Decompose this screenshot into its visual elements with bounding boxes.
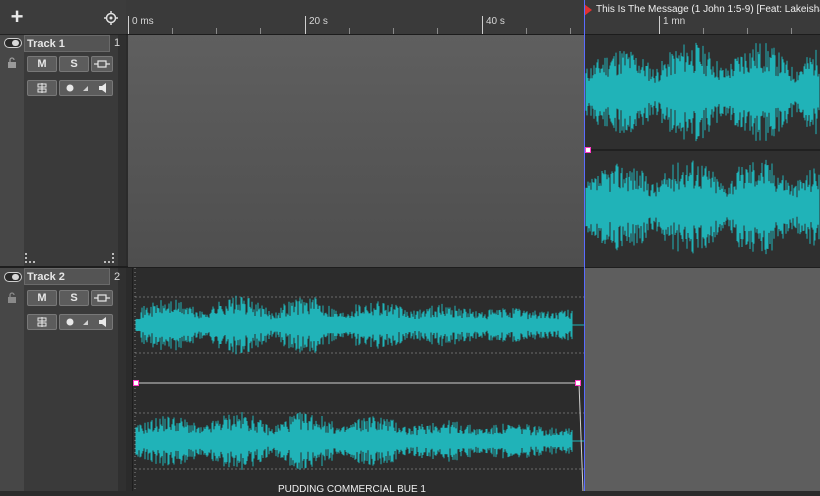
monitor-icon	[94, 294, 110, 302]
waveform-guide	[578, 382, 584, 492]
track-enable-toggle-icon[interactable]	[4, 38, 22, 48]
track-1-waveform	[585, 42, 820, 255]
track-2-audio-clip[interactable]	[131, 268, 585, 492]
envelope-handle[interactable]	[575, 380, 581, 386]
routing-icon	[37, 83, 47, 93]
track-1-name[interactable]: Track 1	[24, 35, 110, 52]
resize-grip-icon[interactable]	[104, 253, 114, 263]
track-2-name[interactable]: Track 2	[24, 268, 110, 285]
lock-icon[interactable]	[6, 292, 18, 304]
track-1-audio-clip[interactable]	[585, 35, 820, 267]
playhead-line[interactable]	[584, 0, 585, 491]
resize-grip-icon[interactable]	[25, 253, 35, 263]
waveform-path	[135, 412, 573, 470]
track-2-number: 2	[114, 271, 121, 283]
waveform-path	[135, 295, 573, 355]
track-2-header: Track 2 2 M S	[0, 268, 126, 491]
routing-icon	[37, 317, 47, 327]
routing-button[interactable]	[27, 80, 57, 96]
track-1-number: 1	[114, 37, 121, 49]
track-enable-toggle-icon[interactable]	[4, 272, 22, 282]
routing-button[interactable]	[27, 314, 57, 330]
add-track-button[interactable]: +	[8, 6, 26, 28]
monitor-button[interactable]	[91, 290, 113, 306]
playhead-marker-icon[interactable]	[584, 4, 592, 16]
waveform-path	[585, 42, 820, 142]
track-2-clip-title: PUDDING COMMERCIAL BUE 1	[278, 484, 426, 495]
record-icon	[66, 83, 106, 93]
target-icon[interactable]	[104, 11, 118, 25]
ruler-label-20s: 20 s	[309, 16, 328, 27]
record-icon	[66, 317, 106, 327]
monitor-button[interactable]	[91, 56, 113, 72]
track-list-header: +	[0, 0, 126, 35]
waveform-path	[585, 159, 820, 255]
track-2-lane-empty[interactable]	[585, 268, 820, 491]
track-1-header: Track 1 1 M S	[0, 35, 126, 266]
envelope-handle[interactable]	[133, 380, 139, 386]
solo-button[interactable]: S	[59, 56, 89, 72]
mute-button[interactable]: M	[27, 290, 57, 306]
track-2-waveform	[131, 268, 585, 492]
lock-icon[interactable]	[6, 57, 18, 69]
record-volume-control[interactable]	[59, 314, 113, 330]
ruler-label-40s: 40 s	[486, 16, 505, 27]
track-1-clip-title: This Is The Message (1 John 1:5-9) [Feat…	[596, 4, 820, 15]
monitor-icon	[94, 60, 110, 68]
track-1-lane-empty[interactable]	[128, 35, 585, 267]
ruler-label-0: 0 ms	[132, 16, 154, 27]
ruler-label-1mn: 1 mn	[663, 16, 686, 27]
envelope-handle[interactable]	[585, 147, 591, 153]
solo-button[interactable]: S	[59, 290, 89, 306]
record-volume-control[interactable]	[59, 80, 113, 96]
mute-button[interactable]: M	[27, 56, 57, 72]
